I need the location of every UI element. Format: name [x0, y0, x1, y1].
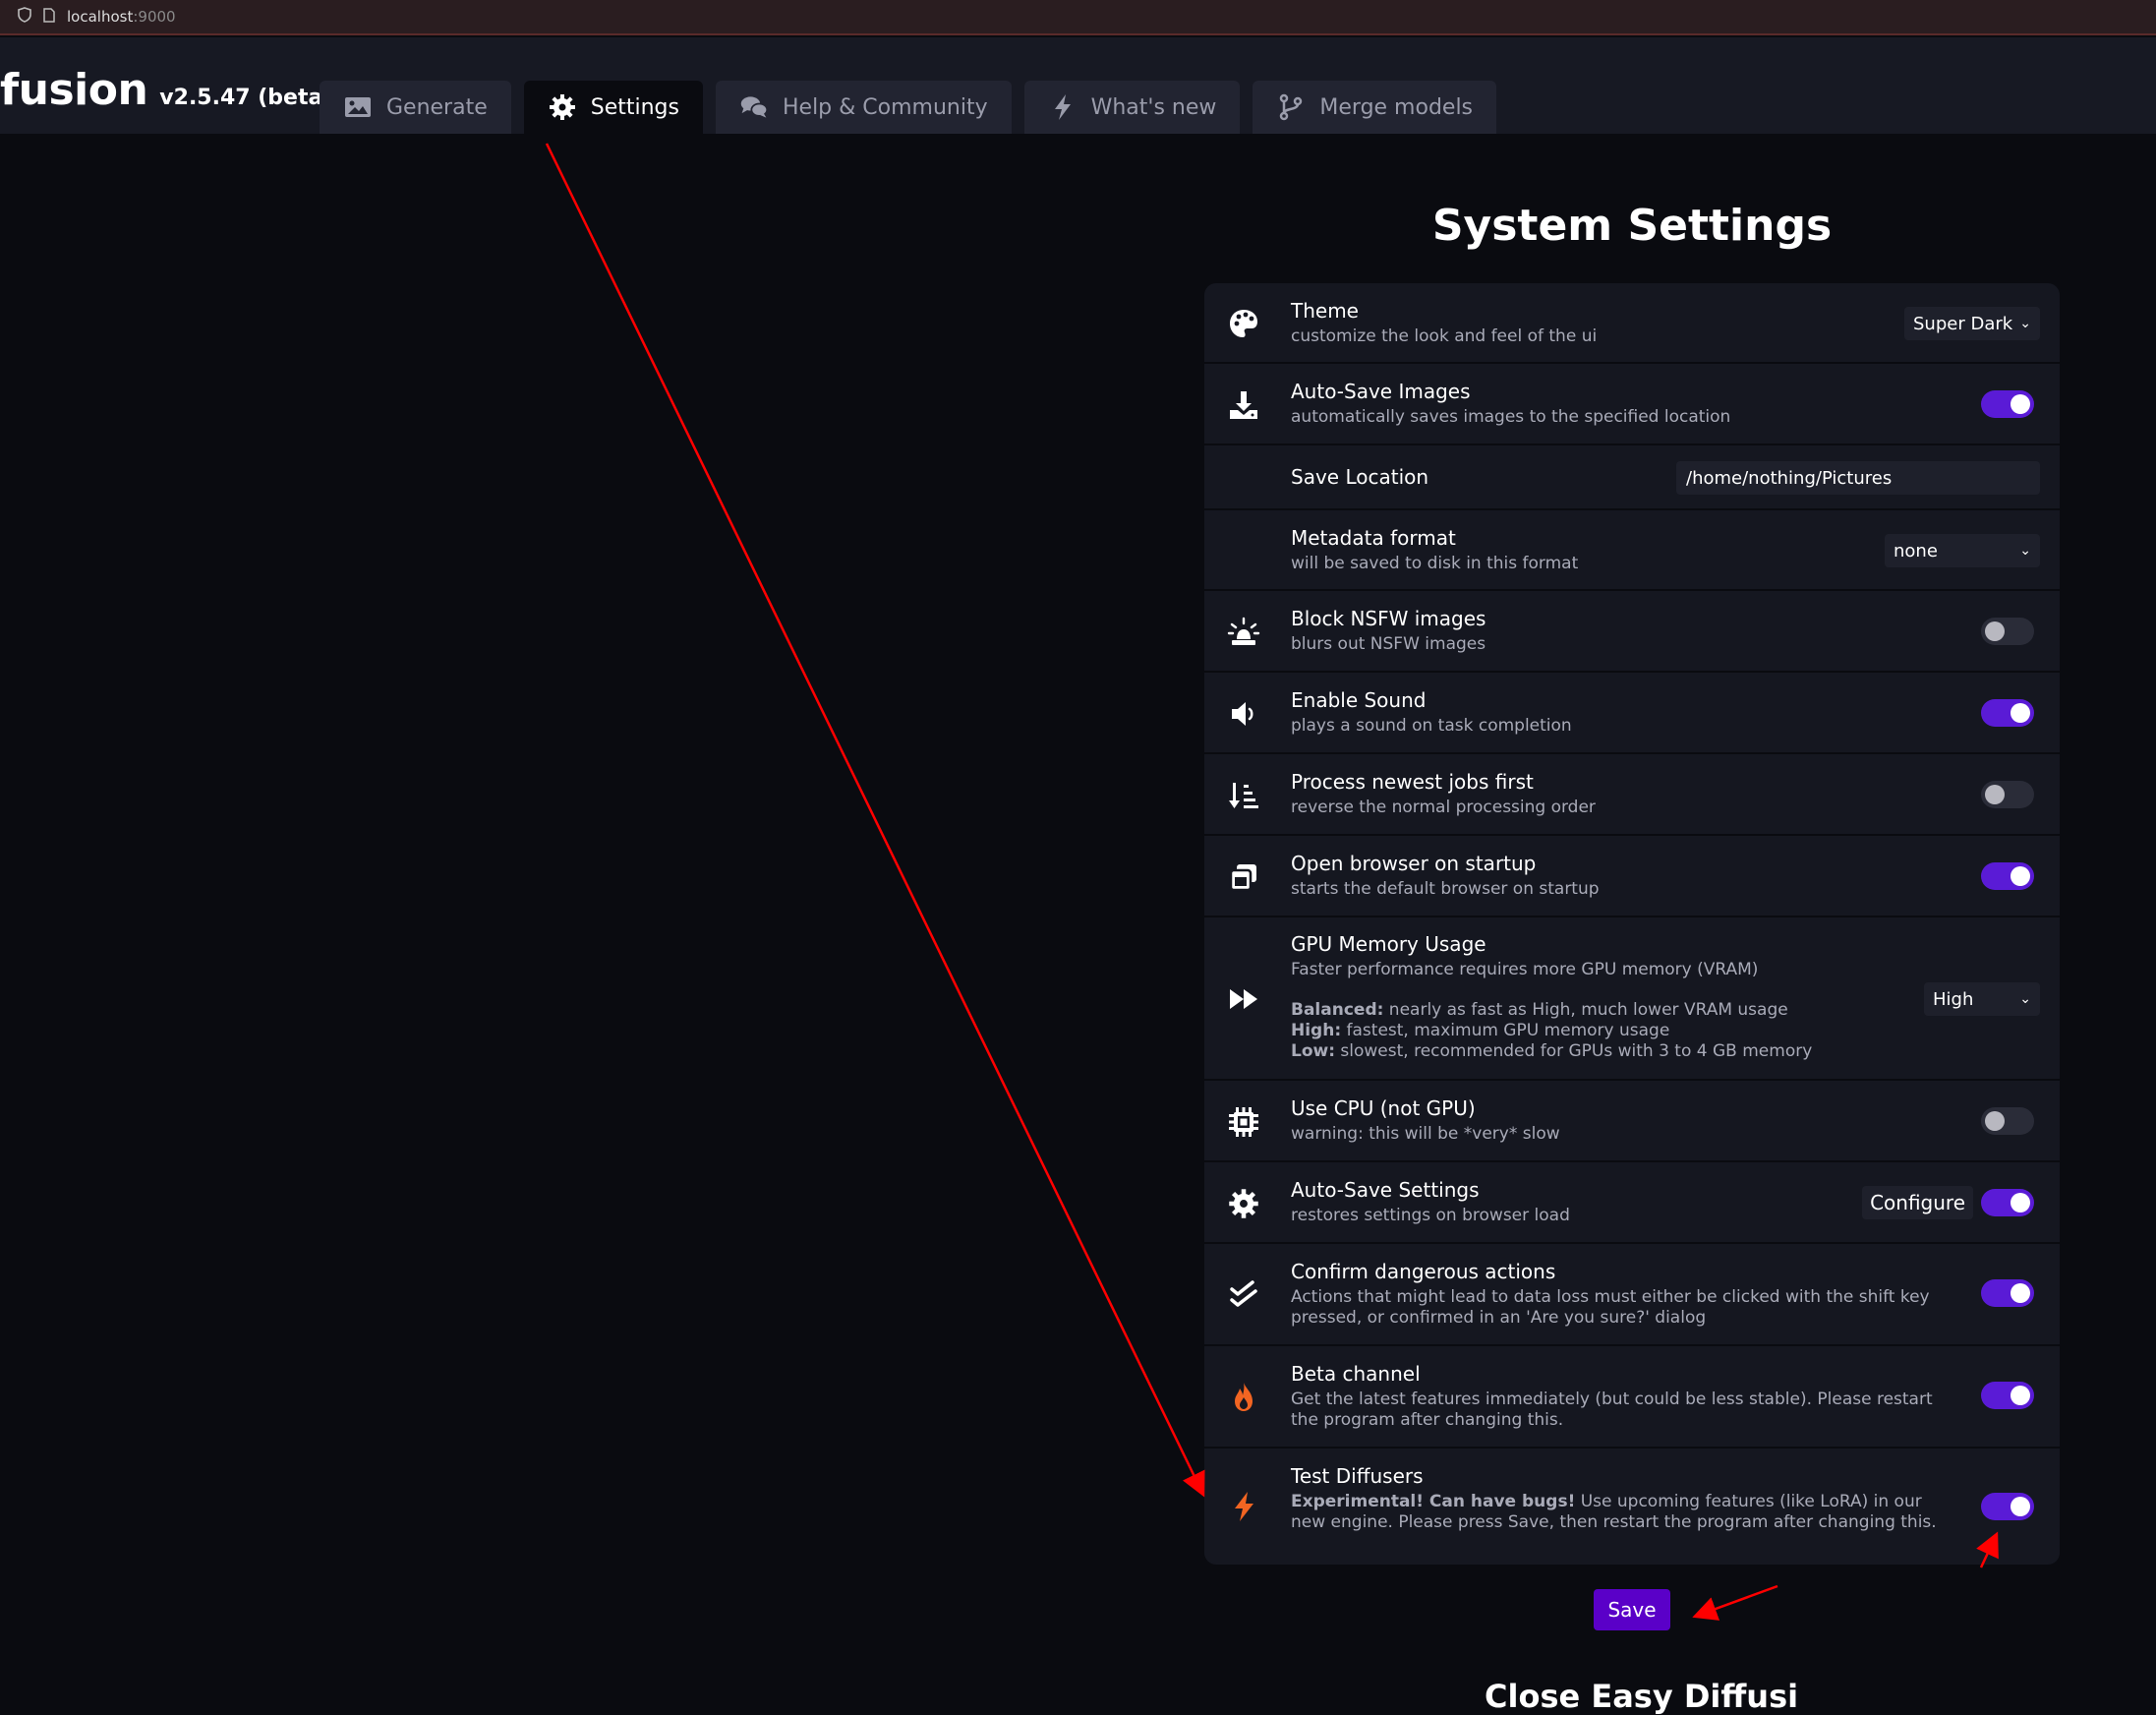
- configure-button[interactable]: Configure: [1862, 1186, 1973, 1219]
- setting-metadata-format: Metadata format will be saved to disk in…: [1204, 510, 2060, 591]
- setting-description: restores settings on browser load: [1291, 1206, 1570, 1225]
- use-cpu-toggle[interactable]: [1981, 1107, 2034, 1135]
- siren-icon: [1226, 615, 1261, 650]
- setting-label: Beta channel: [1291, 1362, 1421, 1386]
- block-nsfw-toggle[interactable]: [1981, 618, 2034, 645]
- beta-channel-toggle[interactable]: [1981, 1382, 2034, 1409]
- setting-auto-save-images: Auto-Save Images automatically saves ima…: [1204, 364, 2060, 445]
- setting-confirm-dangerous: Confirm dangerous actions Actions that m…: [1204, 1244, 2060, 1346]
- double-check-icon: [1226, 1277, 1261, 1313]
- palette-icon: [1226, 306, 1261, 341]
- bolt-icon: [1226, 1489, 1261, 1524]
- confirm-dangerous-toggle[interactable]: [1981, 1279, 2034, 1307]
- setting-label: GPU Memory Usage: [1291, 932, 1486, 956]
- url-text[interactable]: localhost:9000: [67, 8, 176, 26]
- chevron-down-icon: ⌄: [2019, 991, 2031, 1007]
- tab-bar: Generate Settings Help & Community What'…: [320, 81, 1497, 134]
- process-newest-toggle[interactable]: [1981, 781, 2034, 808]
- chevron-down-icon: ⌄: [2019, 316, 2031, 331]
- arrow-settings-to-test-diffusers: [545, 143, 1205, 1498]
- bolt-icon: [1054, 94, 1071, 120]
- setting-description: warning: this will be *very* slow: [1291, 1124, 1560, 1144]
- gear-icon: [1226, 1186, 1261, 1221]
- setting-save-location: Save Location /home/nothing/Pictures: [1204, 445, 2060, 510]
- setting-description: Get the latest features immediately (but…: [1291, 1390, 1933, 1430]
- setting-enable-sound: Enable Sound plays a sound on task compl…: [1204, 673, 2060, 754]
- speaker-icon: [1226, 696, 1261, 732]
- tab-generate[interactable]: Generate: [320, 81, 511, 134]
- save-button[interactable]: Save: [1594, 1589, 1670, 1630]
- setting-description: plays a sound on task completion: [1291, 716, 1572, 736]
- setting-label: Process newest jobs first: [1291, 770, 1534, 794]
- setting-description: Experimental! Can have bugs! Use upcomin…: [1291, 1492, 1937, 1532]
- tab-help-community[interactable]: Help & Community: [715, 81, 1012, 134]
- next-section-heading-partial: Close Easy Diffusi: [1485, 1678, 1799, 1715]
- setting-label: Open browser on startup: [1291, 852, 1537, 875]
- image-icon: [345, 97, 371, 117]
- enable-sound-toggle[interactable]: [1981, 699, 2034, 727]
- fire-icon: [1226, 1380, 1261, 1415]
- setting-label: Save Location: [1291, 465, 1429, 489]
- window-restore-icon: [1226, 859, 1261, 895]
- setting-test-diffusers: Test Diffusers Experimental! Can have bu…: [1204, 1449, 2060, 1565]
- setting-label: Use CPU (not GPU): [1291, 1096, 1476, 1120]
- setting-description: will be saved to disk in this format: [1291, 554, 1579, 573]
- open-browser-toggle[interactable]: [1981, 862, 2034, 890]
- setting-label: Test Diffusers: [1291, 1464, 1424, 1488]
- tab-settings[interactable]: Settings: [523, 81, 703, 134]
- auto-save-images-toggle[interactable]: [1981, 390, 2034, 418]
- metadata-format-select[interactable]: none ⌄: [1885, 534, 2040, 567]
- chat-icon: [740, 96, 769, 118]
- sort-icon: [1226, 778, 1261, 813]
- gear-icon: [549, 94, 575, 120]
- setting-gpu-memory: GPU Memory Usage Faster performance requ…: [1204, 917, 2060, 1081]
- page-icon: [43, 7, 55, 27]
- setting-label: Enable Sound: [1291, 688, 1427, 712]
- brand: fusion v2.5.47 (beta): [0, 65, 332, 115]
- download-icon: [1226, 387, 1261, 423]
- microchip-icon: [1226, 1104, 1261, 1140]
- app-version: v2.5.47 (beta): [159, 86, 333, 110]
- setting-label: Auto-Save Settings: [1291, 1178, 1480, 1202]
- setting-description: Faster performance requires more GPU mem…: [1291, 960, 1813, 1061]
- branch-icon: [1280, 93, 1303, 121]
- gpu-memory-select[interactable]: High ⌄: [1924, 982, 2040, 1016]
- setting-open-browser: Open browser on startup starts the defau…: [1204, 836, 2060, 917]
- setting-label: Block NSFW images: [1291, 607, 1486, 630]
- test-diffusers-toggle[interactable]: [1981, 1493, 2034, 1520]
- setting-label: Auto-Save Images: [1291, 380, 1471, 403]
- setting-description: reverse the normal processing order: [1291, 798, 1596, 817]
- arrow-to-save-button: [1692, 1584, 1778, 1621]
- browser-url-bar[interactable]: localhost:9000: [0, 0, 2156, 35]
- setting-theme: Theme customize the look and feel of the…: [1204, 283, 2060, 364]
- save-location-input[interactable]: /home/nothing/Pictures: [1676, 461, 2040, 495]
- settings-panel: Theme customize the look and feel of the…: [1204, 283, 2060, 1565]
- setting-description: blurs out NSFW images: [1291, 634, 1486, 654]
- tab-whats-new[interactable]: What's new: [1023, 81, 1241, 134]
- setting-description: automatically saves images to the specif…: [1291, 407, 1731, 427]
- shield-icon: [18, 7, 31, 27]
- setting-auto-save-settings: Auto-Save Settings restores settings on …: [1204, 1162, 2060, 1244]
- setting-label: Confirm dangerous actions: [1291, 1260, 1556, 1283]
- app-header: fusion v2.5.47 (beta) Generate Settings …: [0, 37, 2156, 134]
- setting-beta-channel: Beta channel Get the latest features imm…: [1204, 1346, 2060, 1449]
- setting-process-newest-first: Process newest jobs first reverse the no…: [1204, 754, 2060, 836]
- setting-block-nsfw: Block NSFW images blurs out NSFW images: [1204, 591, 2060, 673]
- setting-description: Actions that might lead to data loss mus…: [1291, 1287, 1930, 1328]
- setting-label: Theme: [1291, 299, 1359, 323]
- tab-merge-models[interactable]: Merge models: [1253, 81, 1497, 134]
- setting-description: customize the look and feel of the ui: [1291, 326, 1598, 346]
- chevron-down-icon: ⌄: [2019, 543, 2031, 559]
- theme-select[interactable]: Super Dark ⌄: [1904, 307, 2040, 340]
- app-name: fusion: [0, 65, 148, 115]
- setting-description: starts the default browser on startup: [1291, 879, 1600, 899]
- setting-use-cpu: Use CPU (not GPU) warning: this will be …: [1204, 1081, 2060, 1162]
- page-title: System Settings: [1431, 201, 1833, 251]
- setting-label: Metadata format: [1291, 526, 1456, 550]
- fast-forward-icon: [1226, 981, 1261, 1017]
- auto-save-settings-toggle[interactable]: [1981, 1189, 2034, 1216]
